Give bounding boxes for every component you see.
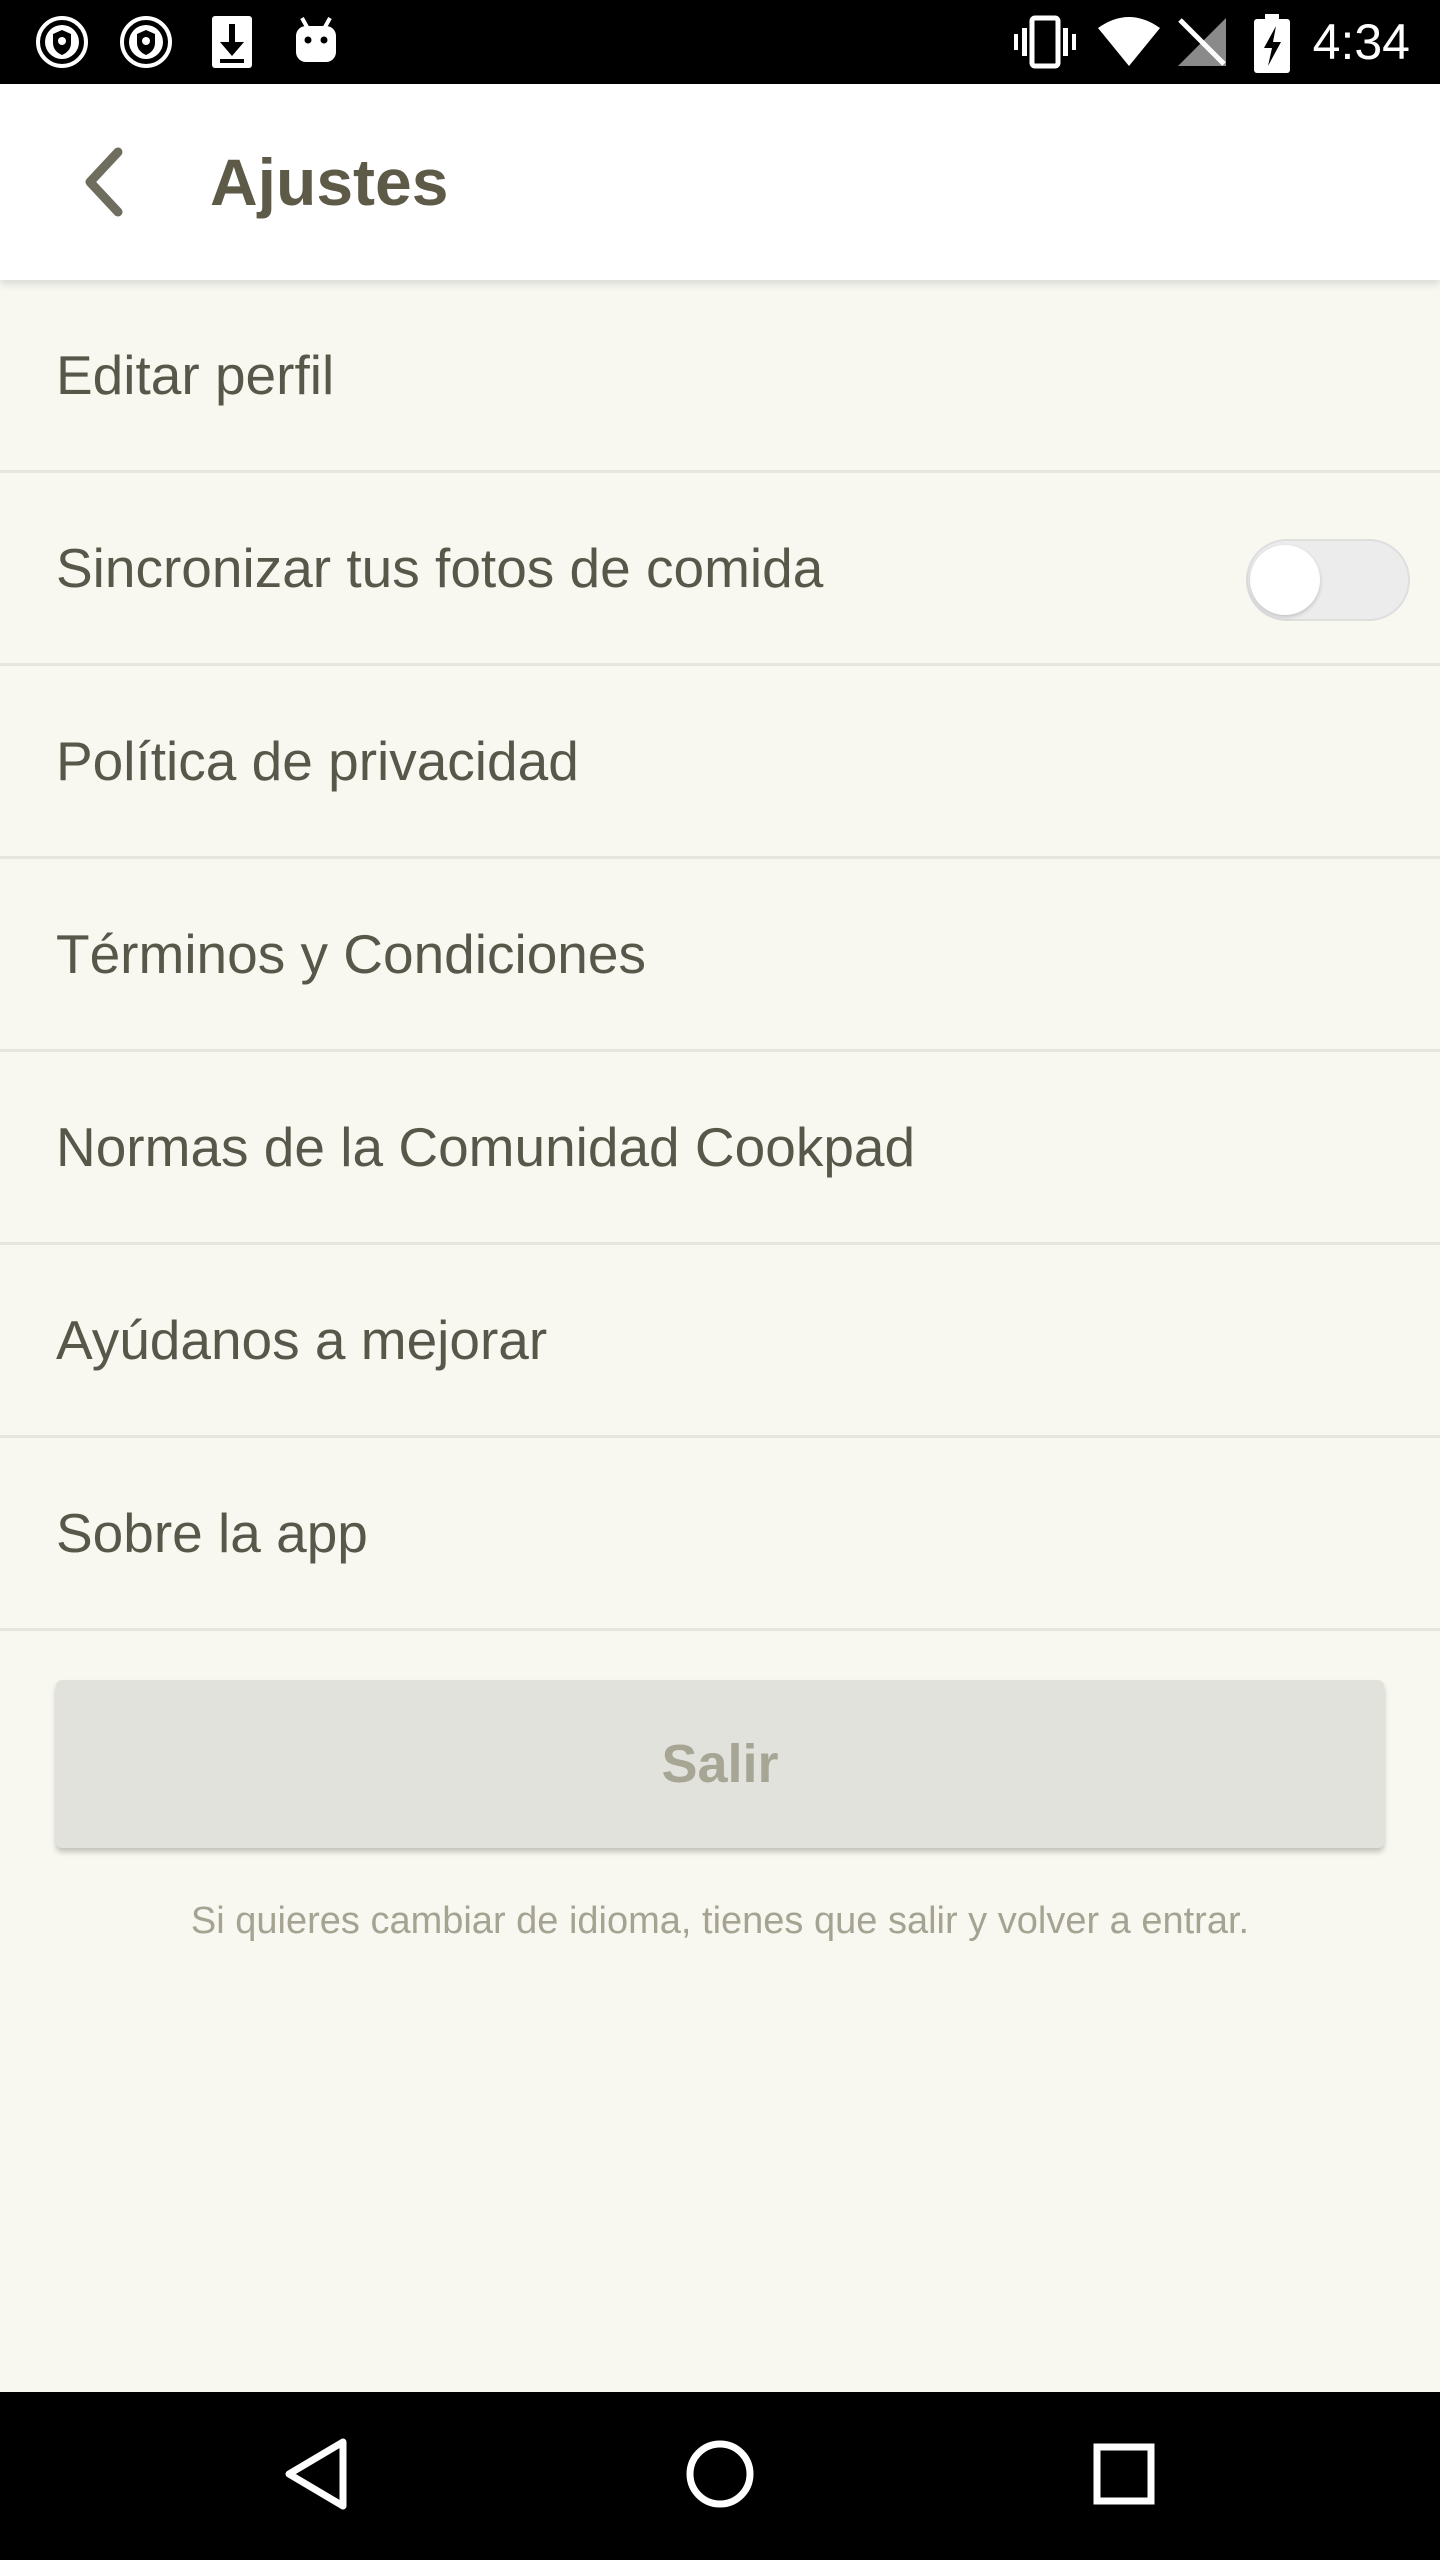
settings-item-label: Política de privacidad (56, 730, 579, 792)
logout-button[interactable]: Salir (56, 1680, 1384, 1848)
status-clock: 4:34 (1312, 14, 1410, 70)
language-hint: Si quieres cambiar de idioma, tienes que… (190, 1900, 1250, 1942)
wifi-icon (1096, 14, 1162, 75)
vibrate-icon (1012, 14, 1078, 75)
shield-notification-icon (34, 14, 90, 75)
battery-charging-icon (1252, 14, 1292, 79)
settings-item-label: Editar perfil (56, 344, 335, 406)
download-icon (204, 14, 260, 75)
settings-item-label: Normas de la Comunidad Cookpad (56, 1116, 916, 1178)
navigation-bar (0, 2392, 1440, 2560)
app-bar: Ajustes (0, 84, 1440, 280)
settings-item-help-improve[interactable]: Ayúdanos a mejorar (0, 1245, 1440, 1438)
settings-item-sync-photos[interactable]: Sincronizar tus fotos de comida (0, 473, 1440, 666)
page-title: Ajustes (210, 145, 449, 219)
nav-back-button[interactable] (266, 2426, 366, 2526)
nav-home-button[interactable] (670, 2426, 770, 2526)
shield-notification-icon (118, 14, 174, 75)
settings-item-about-app[interactable]: Sobre la app (0, 1438, 1440, 1631)
android-icon (288, 14, 344, 75)
settings-item-label: Términos y Condiciones (56, 923, 646, 985)
settings-list: Editar perfil Sincronizar tus fotos de c… (0, 280, 1440, 1631)
chevron-left-icon (74, 142, 134, 227)
settings-item-label: Sobre la app (56, 1502, 368, 1564)
toggle-thumb (1250, 545, 1320, 615)
settings-item-community-guidelines[interactable]: Normas de la Comunidad Cookpad (0, 1052, 1440, 1245)
back-triangle-icon (281, 2436, 351, 2517)
settings-item-label: Ayúdanos a mejorar (56, 1309, 548, 1371)
recents-square-icon (1092, 2442, 1156, 2511)
no-signal-icon (1174, 14, 1230, 75)
home-circle-icon (684, 2438, 756, 2515)
status-bar: 4:34 (0, 0, 1440, 84)
sync-photos-toggle[interactable] (1246, 539, 1410, 621)
back-button[interactable] (56, 136, 152, 232)
settings-item-terms[interactable]: Términos y Condiciones (0, 859, 1440, 1052)
nav-recents-button[interactable] (1074, 2426, 1174, 2526)
settings-item-privacy-policy[interactable]: Política de privacidad (0, 666, 1440, 859)
settings-item-label: Sincronizar tus fotos de comida (56, 537, 824, 599)
settings-item-edit-profile[interactable]: Editar perfil (0, 280, 1440, 473)
